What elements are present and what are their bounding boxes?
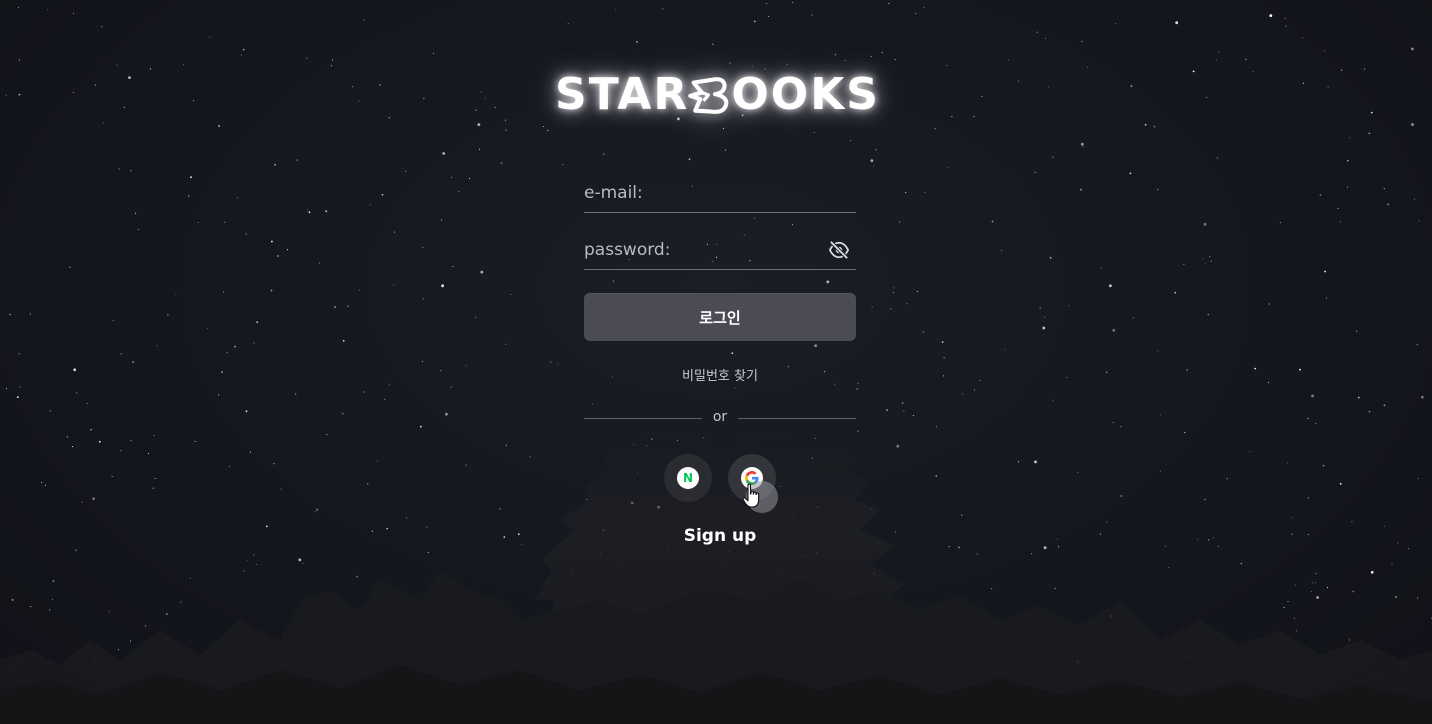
password-input[interactable] xyxy=(584,231,824,269)
login-button[interactable]: 로그인 xyxy=(584,293,856,341)
email-field xyxy=(584,174,856,213)
logo-text-star: STAR xyxy=(555,69,690,120)
naver-icon-letter: N xyxy=(682,471,694,485)
or-divider-label: or xyxy=(712,409,728,425)
email-input[interactable] xyxy=(584,174,824,212)
naver-icon: N xyxy=(677,467,699,489)
starbooks-logo: STAR OOKS xyxy=(555,62,880,128)
password-field xyxy=(584,231,856,270)
find-password-link[interactable]: 비밀번호 찾기 xyxy=(584,365,856,384)
signup-link[interactable]: Sign up xyxy=(670,526,770,546)
google-icon xyxy=(741,467,763,489)
logo-book-b-icon xyxy=(688,77,729,114)
naver-login-button[interactable]: N xyxy=(664,454,712,502)
google-login-button[interactable] xyxy=(728,454,776,502)
login-page: STAR OOKS 로그인 비밀번호 찾기 or N xyxy=(0,0,1432,724)
logo-text-ooks: OOKS xyxy=(731,69,880,120)
eye-off-icon[interactable] xyxy=(828,240,850,260)
divider-line-right xyxy=(738,418,856,419)
divider-line-left xyxy=(584,418,702,419)
